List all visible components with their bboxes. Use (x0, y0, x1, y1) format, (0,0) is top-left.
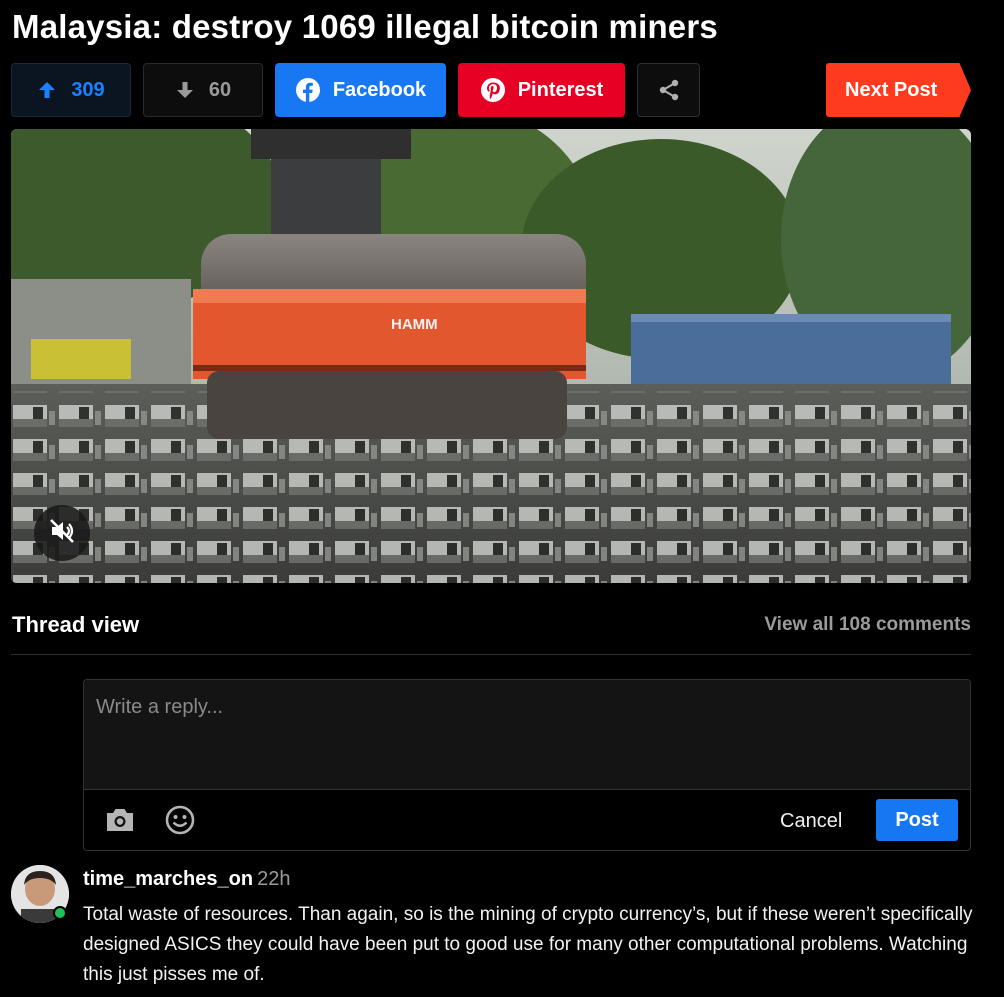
share-icon (656, 77, 682, 103)
video-player[interactable]: HAMM (11, 129, 971, 583)
camera-icon[interactable] (104, 806, 136, 839)
emoji-icon[interactable] (164, 804, 196, 841)
upvote-count: 309 (71, 78, 105, 101)
reply-input[interactable] (84, 680, 970, 790)
divider (11, 654, 971, 655)
upvote-button[interactable]: 309 (11, 63, 131, 117)
reply-composer: Cancel Post (83, 679, 971, 851)
facebook-icon (295, 77, 321, 103)
comment-time: 22h (257, 868, 291, 890)
arrow-down-icon (175, 80, 195, 100)
next-post-button[interactable]: Next Post (826, 63, 971, 117)
downvote-count: 60 (208, 78, 232, 101)
video-frame: HAMM (11, 129, 971, 583)
post-button[interactable]: Post (876, 799, 958, 841)
online-status-dot (53, 906, 67, 920)
pinterest-label: Pinterest (517, 78, 604, 101)
muted-speaker-icon (47, 516, 77, 551)
roller-brand: HAMM (391, 316, 438, 333)
comment-author[interactable]: time_marches_on 22h (83, 868, 290, 891)
cancel-button[interactable]: Cancel (780, 810, 842, 833)
username[interactable]: time_marches_on (83, 868, 253, 890)
downvote-button[interactable]: 60 (143, 63, 263, 117)
pinterest-icon (480, 77, 506, 103)
mute-toggle-button[interactable] (34, 505, 90, 561)
facebook-share-button[interactable]: Facebook (275, 63, 446, 117)
post-title: Malaysia: destroy 1069 illegal bitcoin m… (12, 8, 718, 45)
arrow-up-icon (37, 80, 57, 100)
share-button[interactable] (637, 63, 700, 117)
view-all-comments-link[interactable]: View all 108 comments (764, 614, 971, 636)
thread-view-heading: Thread view (12, 612, 140, 637)
facebook-label: Facebook (332, 78, 427, 101)
next-post-label: Next Post (845, 78, 938, 101)
pinterest-share-button[interactable]: Pinterest (458, 63, 625, 117)
comment-text: Total waste of resources. Than again, so… (83, 904, 973, 985)
